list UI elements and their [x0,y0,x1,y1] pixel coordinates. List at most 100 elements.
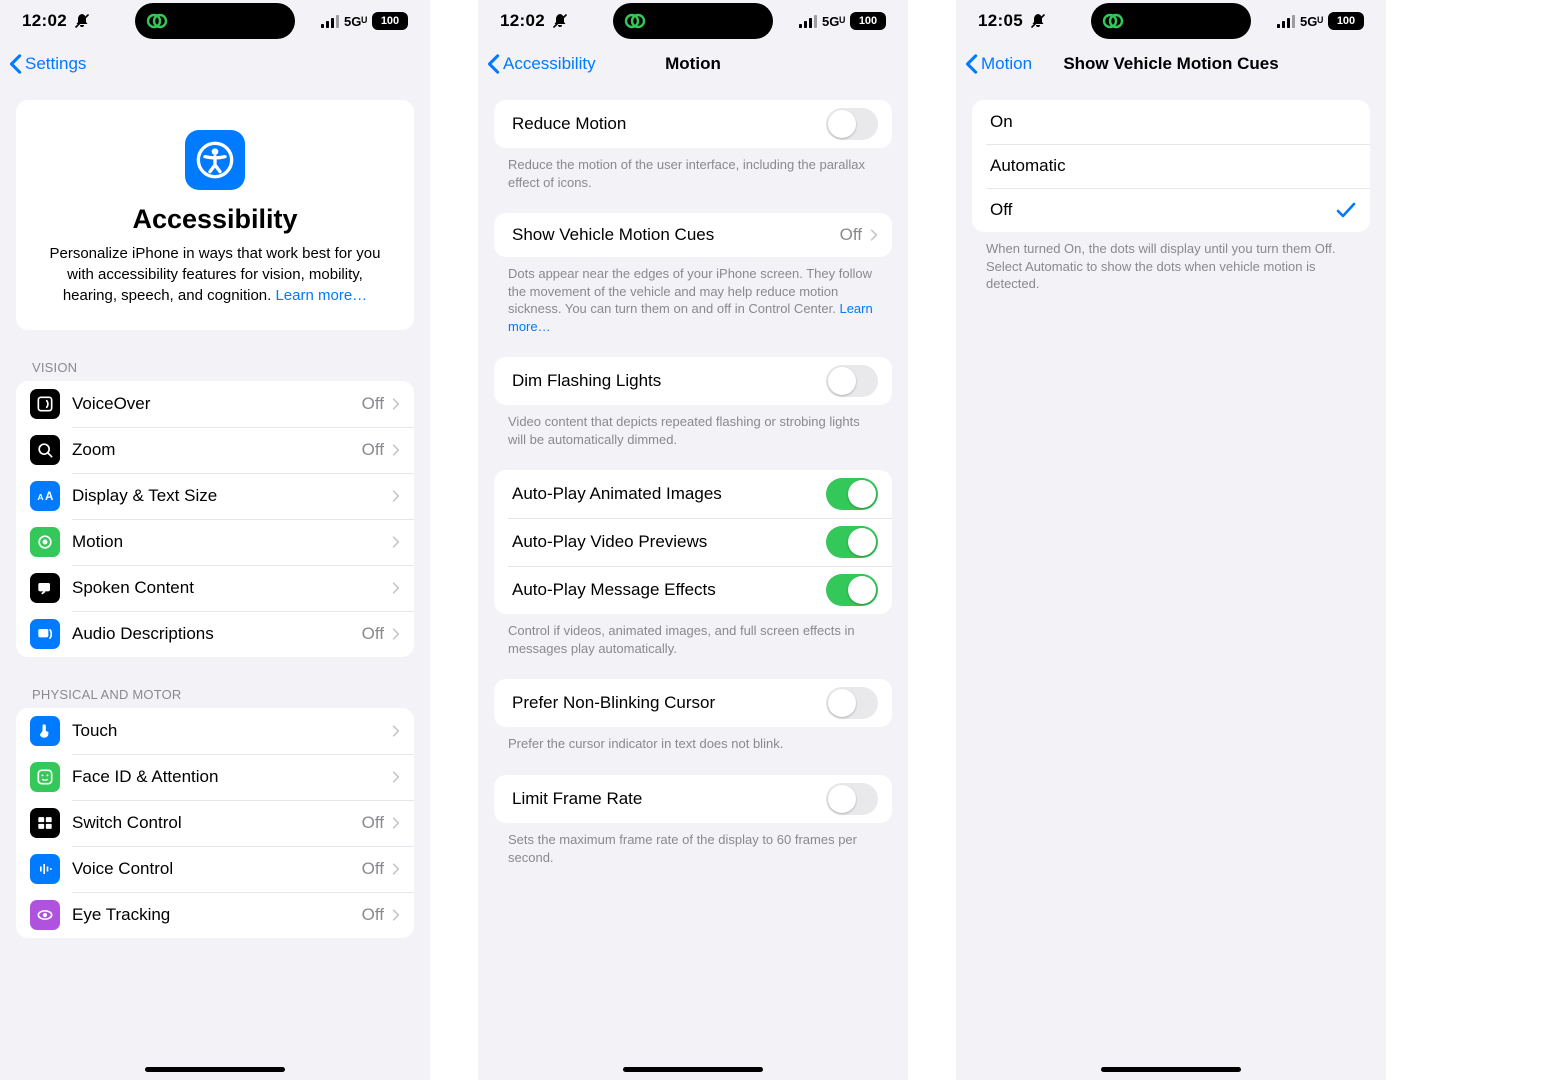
option-automatic[interactable]: Automatic [972,144,1370,188]
group-reduce-motion: Reduce Motion [494,100,892,148]
row-autoplay-message-effects[interactable]: Auto-Play Message Effects [494,566,892,614]
row-label: Dim Flashing Lights [512,371,826,391]
row-label: Display & Text Size [72,486,390,506]
footnote-autoplay: Control if videos, animated images, and … [508,622,878,657]
accessibility-app-icon [185,130,245,190]
row-eye-tracking[interactable]: Eye Tracking Off [16,892,414,938]
chevron-right-icon [392,724,400,738]
row-dim-flashing[interactable]: Dim Flashing Lights [494,357,892,405]
cellular-bars-icon [1277,14,1295,28]
intro-card: Accessibility Personalize iPhone in ways… [16,100,414,330]
row-label: Reduce Motion [512,114,826,134]
group-autoplay: Auto-Play Animated Images Auto-Play Vide… [494,470,892,614]
status-bar: 12:02 5Gᵁ 100 [0,0,430,42]
row-label: Auto-Play Video Previews [512,532,826,552]
row-reduce-motion[interactable]: Reduce Motion [494,100,892,148]
section-header-vision: VISION [32,360,414,375]
touch-icon [30,716,60,746]
row-value: Off [362,859,384,879]
voice-control-icon [30,854,60,884]
chevron-right-icon [392,627,400,641]
toggle-autoplay-message-effects[interactable] [826,574,878,606]
faceid-icon [30,762,60,792]
nav-bar: Accessibility Motion [478,42,908,86]
row-voiceover[interactable]: VoiceOver Off [16,381,414,427]
home-indicator[interactable] [623,1067,763,1072]
row-label: Touch [72,721,390,741]
footnote-vehicle-cues: Dots appear near the edges of your iPhon… [508,265,878,335]
footnote-reduce-motion: Reduce the motion of the user interface,… [508,156,878,191]
row-nonblinking-cursor[interactable]: Prefer Non-Blinking Cursor [494,679,892,727]
audio-descriptions-icon [30,619,60,649]
row-value: Off [362,394,384,414]
row-limit-frame-rate[interactable]: Limit Frame Rate [494,775,892,823]
row-faceid-attention[interactable]: Face ID & Attention [16,754,414,800]
chevron-right-icon [392,816,400,830]
zoom-icon [30,435,60,465]
row-voice-control[interactable]: Voice Control Off [16,846,414,892]
chevron-right-icon [392,908,400,922]
option-label: On [990,112,1356,132]
row-display-text-size[interactable]: AA Display & Text Size [16,473,414,519]
row-label: Zoom [72,440,362,460]
toggle-dim-flashing[interactable] [826,365,878,397]
checkmark-icon [1336,202,1356,218]
row-value: Off [362,905,384,925]
group-framerate: Limit Frame Rate [494,775,892,823]
toggle-autoplay-video-previews[interactable] [826,526,878,558]
nav-bar: Settings [0,42,430,86]
option-off[interactable]: Off [972,188,1370,232]
toggle-reduce-motion[interactable] [826,108,878,140]
chevron-right-icon [392,862,400,876]
bell-slash-icon [551,12,569,30]
row-switch-control[interactable]: Switch Control Off [16,800,414,846]
chevron-right-icon [392,581,400,595]
chevron-right-icon [392,397,400,411]
row-spoken-content[interactable]: Spoken Content [16,565,414,611]
svg-text:A: A [45,490,54,503]
back-label: Accessibility [503,54,596,74]
row-label: Face ID & Attention [72,767,390,787]
row-label: Voice Control [72,859,362,879]
back-label: Motion [981,54,1032,74]
row-zoom[interactable]: Zoom Off [16,427,414,473]
intro-learn-more-link[interactable]: Learn more… [275,287,367,304]
row-motion[interactable]: Motion [16,519,414,565]
row-autoplay-video-previews[interactable]: Auto-Play Video Previews [494,518,892,566]
row-vehicle-cues[interactable]: Show Vehicle Motion Cues Off [494,213,892,257]
toggle-limit-frame-rate[interactable] [826,783,878,815]
toggle-autoplay-animated-images[interactable] [826,478,878,510]
home-indicator[interactable] [1101,1067,1241,1072]
home-indicator[interactable] [145,1067,285,1072]
status-network: 5Gᵁ [344,14,367,29]
row-audio-descriptions[interactable]: Audio Descriptions Off [16,611,414,657]
row-touch[interactable]: Touch [16,708,414,754]
chevron-right-icon [392,443,400,457]
toggle-nonblinking-cursor[interactable] [826,687,878,719]
row-label: Auto-Play Animated Images [512,484,826,504]
row-label: Limit Frame Rate [512,789,826,809]
link-icon [623,9,647,33]
bell-slash-icon [73,12,91,30]
back-button[interactable]: Motion [956,53,1032,75]
vision-list: VoiceOver Off Zoom Off AA Display & Text… [16,381,414,657]
row-autoplay-animated-images[interactable]: Auto-Play Animated Images [494,470,892,518]
back-button[interactable]: Accessibility [478,53,596,75]
footnote-vehicle-options: When turned On, the dots will display un… [986,240,1356,293]
bell-slash-icon [1029,12,1047,30]
row-value: Off [362,440,384,460]
link-icon [1101,9,1125,33]
voiceover-icon [30,389,60,419]
chevron-left-icon [964,53,978,75]
chevron-left-icon [8,53,22,75]
footnote-dim-flashing: Video content that depicts repeated flas… [508,413,878,448]
cellular-bars-icon [799,14,817,28]
option-label: Off [990,200,1336,220]
option-on[interactable]: On [972,100,1370,144]
dynamic-island [135,3,295,39]
footnote-cursor: Prefer the cursor indicator in text does… [508,735,878,753]
row-label: Switch Control [72,813,362,833]
back-button[interactable]: Settings [0,53,86,75]
back-label: Settings [25,54,86,74]
screen-vehicle-cues: 12:05 5Gᵁ 100 Motion Show Vehicle Motion… [956,0,1386,1080]
